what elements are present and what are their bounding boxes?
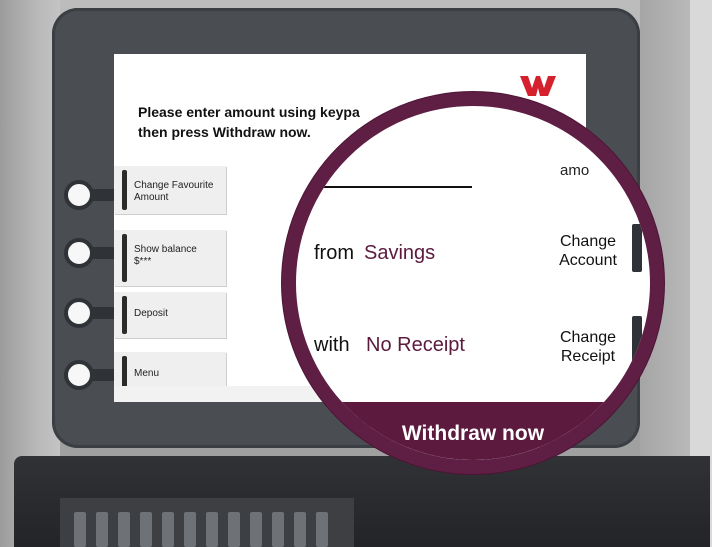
instruction-text-2: then press Withdraw now.	[138, 124, 311, 140]
option-accent	[122, 170, 127, 210]
slot-bar	[316, 512, 328, 547]
slot-bar	[162, 512, 174, 547]
withdraw-now-label: Withdraw now	[401, 422, 545, 445]
option-label: Change Favourite Amount	[134, 180, 214, 203]
side-key-4[interactable]	[60, 356, 122, 394]
amount-label-partial: amo	[560, 162, 590, 179]
side-key-3[interactable]	[60, 294, 122, 332]
slot-bar	[140, 512, 152, 547]
from-label: from	[314, 242, 354, 264]
side-key-2[interactable]	[60, 234, 122, 272]
slot-bar	[250, 512, 262, 547]
slot-bar	[118, 512, 130, 547]
side-key-edge	[632, 316, 642, 364]
show-balance-label: Show balance	[134, 244, 197, 255]
option-accent	[122, 296, 127, 334]
show-balance-button[interactable]: Show balance $***	[114, 230, 226, 286]
slot-bar	[272, 512, 284, 547]
change-receipt-button[interactable]: Change Receipt	[540, 328, 636, 366]
change-account-button[interactable]: Change Account	[540, 232, 636, 270]
change-favourite-amount-button[interactable]: Change Favourite Amount	[114, 166, 226, 214]
slot-bar	[184, 512, 196, 547]
slot-bar	[74, 512, 86, 547]
side-key-1[interactable]	[60, 176, 122, 214]
slot-bar	[228, 512, 240, 547]
slot-bar	[96, 512, 108, 547]
receipt-value: No Receipt	[366, 334, 465, 356]
option-label: Menu	[134, 368, 160, 379]
deposit-button[interactable]: Deposit	[114, 292, 226, 338]
magnifier-zoom: amo from Savings with No Receipt Change …	[282, 92, 664, 474]
side-key-edge	[632, 224, 642, 272]
option-label: Deposit	[134, 308, 168, 319]
option-label: Show balance $***	[134, 244, 226, 268]
from-account-value: Savings	[364, 242, 436, 264]
slot-bar	[206, 512, 218, 547]
option-accent	[122, 234, 127, 282]
masked-balance: $***	[134, 256, 152, 267]
amount-entry-line	[296, 186, 472, 188]
magnifier-content: amo from Savings with No Receipt Change …	[296, 106, 650, 460]
with-label: with	[314, 334, 350, 356]
westpac-logo-icon	[520, 76, 556, 96]
slot-bar	[294, 512, 306, 547]
